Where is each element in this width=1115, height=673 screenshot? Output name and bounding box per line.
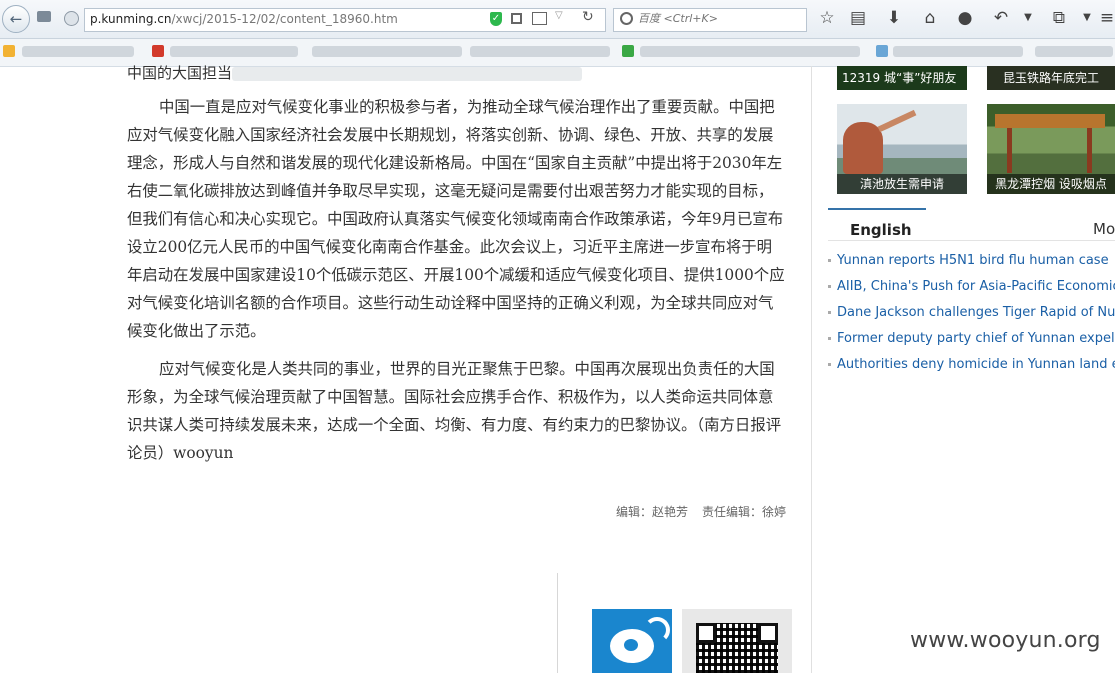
news-link[interactable]: Yunnan reports H5N1 bird flu human case	[828, 250, 1115, 276]
thumbnail-caption: 12319 城“事”好朋友	[837, 66, 967, 90]
weibo-signal-arc	[644, 617, 670, 643]
bookmark-item[interactable]	[22, 46, 134, 57]
article-paragraph: 应对气候变化是人类共同的事业，世界的目光正聚焦于巴黎。中国再次展现出负责任的大国…	[127, 360, 782, 462]
back-arrow-icon: ←	[9, 10, 23, 28]
english-news-list: Yunnan reports H5N1 bird flu human case …	[828, 250, 1115, 380]
browser-toolbar: ← p.kunming.cn/xwcj/2015-12/02/content_1…	[0, 0, 1115, 39]
crop-icon[interactable]: ⧉	[1049, 8, 1069, 28]
editor-credits: 编辑：赵艳芳 责任编辑：徐婷	[616, 503, 786, 520]
article-paragraph: 中国一直是应对气候变化事业的积极参与者，为推动全球气候治理作出了重要贡献。中国把…	[127, 98, 785, 340]
reload-icon[interactable]: ↻	[582, 9, 594, 25]
weibo-eye-shape	[624, 639, 638, 651]
undo-menu-chevron-icon[interactable]: ▼	[1018, 8, 1038, 28]
shield-icon[interactable]: ✓	[490, 12, 502, 26]
news-thumbnail[interactable]: 黑龙潭控烟 设吸烟点	[987, 104, 1115, 194]
bookmark-item[interactable]	[893, 46, 1023, 57]
photo-pavilion-roof	[995, 114, 1105, 128]
photo-arm	[877, 109, 917, 133]
weibo-share-button[interactable]	[592, 609, 672, 673]
home-icon[interactable]: ⌂	[920, 8, 940, 28]
bookmarks-icon[interactable]: ▤	[848, 8, 868, 28]
bookmark-item[interactable]	[470, 46, 610, 57]
thumbnail-caption: 昆玉铁路年底完工	[987, 66, 1115, 90]
news-thumbnail[interactable]: 滇池放生需申请	[837, 104, 967, 194]
search-icon	[620, 12, 633, 25]
url-host: p.kunming.cn	[90, 12, 172, 26]
reader-mode-icon[interactable]	[532, 12, 547, 25]
tab-underline	[828, 240, 1115, 241]
chief-editor-name: 责任编辑：徐婷	[702, 505, 787, 519]
qr-finder-pattern	[696, 623, 716, 643]
tab-english[interactable]: English	[850, 221, 912, 239]
star-icon[interactable]: ☆	[817, 8, 837, 28]
bookmark-item[interactable]	[170, 46, 298, 57]
bookmark-favicon	[876, 45, 888, 57]
thumbnail-caption: 滇池放生需申请	[837, 174, 967, 194]
photo-person	[843, 122, 883, 174]
qr-code-icon[interactable]	[511, 13, 522, 24]
download-icon[interactable]: ⬇	[884, 8, 904, 28]
menu-icon[interactable]: ≡	[1097, 8, 1115, 28]
url-path: /xwcj/2015-12/02/content_18960.htm	[171, 12, 398, 26]
more-link[interactable]: More	[1093, 220, 1115, 238]
bookmark-favicon	[622, 45, 634, 57]
news-thumbnail[interactable]: 12319 城“事”好朋友	[837, 66, 967, 90]
news-link[interactable]: Dane Jackson challenges Tiger Rapid of N…	[828, 302, 1115, 328]
bookmark-folder-icon[interactable]	[3, 45, 15, 57]
divider	[557, 573, 558, 673]
qr-finder-pattern	[758, 623, 778, 643]
search-box[interactable]	[613, 8, 807, 32]
wechat-qr-block[interactable]	[682, 609, 792, 673]
bookmark-item[interactable]	[312, 46, 462, 57]
editor-name: 编辑：赵艳芳	[616, 505, 689, 519]
bookmark-item[interactable]	[640, 46, 860, 57]
thumbnail-caption: 黑龙潭控烟 设吸烟点	[987, 174, 1115, 194]
chat-icon[interactable]: ●	[955, 8, 975, 28]
news-link[interactable]: Authorities deny homicide in Yunnan land…	[828, 354, 1115, 380]
photo-pavilion-post	[1087, 128, 1092, 173]
tab-active-indicator	[828, 208, 926, 210]
chevron-down-icon[interactable]: ▽	[555, 10, 563, 21]
photo-pavilion-post	[1007, 128, 1012, 173]
news-link[interactable]: Former deputy party chief of Yunnan expe…	[828, 328, 1115, 354]
blurred-text	[232, 66, 583, 81]
news-thumbnail[interactable]: 昆玉铁路年底完工	[987, 66, 1115, 90]
url-text: p.kunming.cn/xwcj/2015-12/02/content_189…	[90, 12, 398, 26]
folder-icon[interactable]	[37, 11, 51, 22]
bookmark-item[interactable]	[1035, 46, 1113, 57]
globe-icon	[64, 11, 79, 26]
address-bar[interactable]: p.kunming.cn/xwcj/2015-12/02/content_189…	[84, 8, 606, 32]
undo-icon[interactable]: ↶	[991, 8, 1011, 28]
back-button[interactable]: ←	[2, 5, 30, 33]
news-link[interactable]: AIIB, China's Push for Asia-Pacific Econ…	[828, 276, 1115, 302]
article-partial-line: 中国的大国担当	[127, 62, 583, 83]
search-input[interactable]	[636, 11, 800, 26]
bookmark-favicon	[152, 45, 164, 57]
watermark-text: www.wooyun.org	[910, 628, 1101, 653]
crop-menu-chevron-icon[interactable]: ▼	[1077, 8, 1097, 28]
sidebar-divider	[811, 66, 812, 673]
